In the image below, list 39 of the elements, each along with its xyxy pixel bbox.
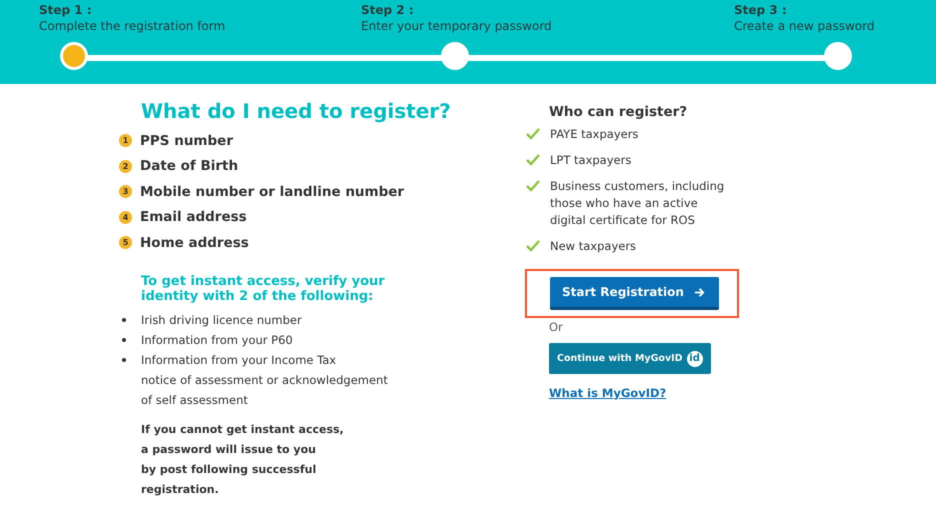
requirement-text: PPS number xyxy=(140,132,233,149)
mygovid-link[interactable]: What is MyGovID? xyxy=(549,386,666,400)
list-text: notice of assessment or acknowledgement xyxy=(141,372,388,388)
number-badge: 1 xyxy=(119,134,132,148)
id-badge: id xyxy=(686,350,703,366)
step-label: Step 3 : xyxy=(734,2,787,18)
note-text: registration. xyxy=(141,482,219,498)
note-text: a password will issue to you xyxy=(141,442,316,458)
step-label: Step 1 : xyxy=(39,2,92,18)
step-description: Complete the registration form xyxy=(39,18,226,34)
number-badge: 2 xyxy=(119,160,132,173)
step-label: Step 2 : xyxy=(361,2,414,18)
list-text: Irish driving licence number xyxy=(141,312,302,328)
requirement-text: Mobile number or landline number xyxy=(140,184,404,200)
list-text: digital certificate for ROS xyxy=(550,212,695,229)
list-text: Information from your P60 xyxy=(141,332,293,348)
subheading: To get instant access, verify your identity with 2 of the following: xyxy=(141,274,386,304)
list-text: Business customers, including xyxy=(550,178,724,195)
start-registration-button[interactable]: Start Registration xyxy=(550,277,719,310)
number-badge: 5 xyxy=(119,236,132,250)
step-description: Create a new password xyxy=(734,18,874,34)
note-text: If you cannot get instant access, xyxy=(141,422,344,438)
mygovid-button[interactable]: Continue with MyGovID id xyxy=(549,343,711,374)
list-text: LPT taxpayers xyxy=(550,152,632,169)
or-text: Or xyxy=(549,320,563,334)
list-text: PAYE taxpayers xyxy=(550,126,638,143)
list-text: Information from your Income Tax xyxy=(141,352,336,368)
requirement-text: Date of Birth xyxy=(140,158,238,174)
number-badge: 4 xyxy=(119,210,132,224)
step-description: Enter your temporary password xyxy=(361,18,552,34)
requirement-text: Email address xyxy=(140,209,247,226)
note-text: by post following successful xyxy=(141,462,316,478)
list-text: those who have an active xyxy=(550,195,698,212)
list-text: of self assessment xyxy=(141,392,248,408)
number-badge: 3 xyxy=(119,185,132,198)
section-heading: Who can register? xyxy=(549,104,688,120)
list-text: New taxpayers xyxy=(550,238,636,255)
requirement-text: Home address xyxy=(140,234,249,251)
section-heading: What do I need to register? xyxy=(141,98,451,124)
